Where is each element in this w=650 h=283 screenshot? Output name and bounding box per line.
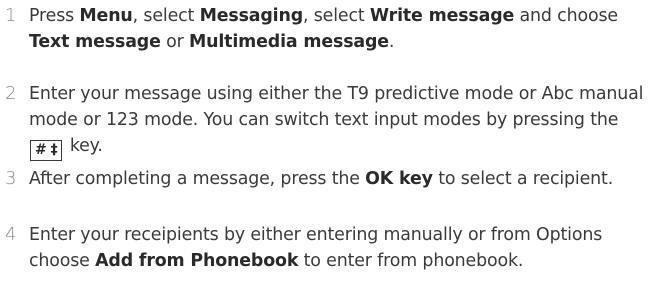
hash-key-icon: # ‡	[30, 140, 63, 161]
text-run: and choose	[514, 6, 619, 26]
text-run: to select a recipient.	[432, 169, 614, 189]
text-run: or	[160, 32, 189, 52]
emphasized-term: Messaging	[199, 6, 304, 26]
emphasized-term: Write message	[369, 6, 515, 26]
step-number: 1	[5, 5, 17, 26]
text-run: , select	[132, 6, 200, 26]
text-run: , select	[303, 6, 370, 26]
emphasized-term: Menu	[79, 6, 133, 26]
text-run: .	[388, 32, 395, 52]
keycap-symbol: #	[35, 142, 47, 158]
emphasized-term: Text message	[29, 32, 161, 52]
text-run: After completing a message, press the	[29, 169, 366, 189]
emphasized-term: Multimedia message	[188, 32, 389, 52]
step-text: Press Menu, select Messaging, select Wri…	[29, 3, 650, 55]
text-run: Enter your message using either the T9 p…	[29, 84, 644, 130]
step-text: Enter your receipients by either enterin…	[29, 222, 650, 274]
step-number: 3	[5, 168, 17, 189]
keycap-symbol: ‡	[50, 142, 58, 158]
step-text: Enter your message using either the T9 p…	[29, 81, 650, 161]
step-number: 4	[5, 224, 17, 245]
text-run: key.	[64, 136, 103, 156]
text-run: to enter from phonebook.	[298, 251, 524, 271]
emphasized-term: Add from Phonebook	[95, 251, 299, 271]
step-text: After completing a message, press the OK…	[29, 166, 650, 192]
step-number: 2	[5, 83, 17, 104]
text-run: Press	[29, 6, 80, 26]
emphasized-term: OK key	[365, 169, 433, 189]
